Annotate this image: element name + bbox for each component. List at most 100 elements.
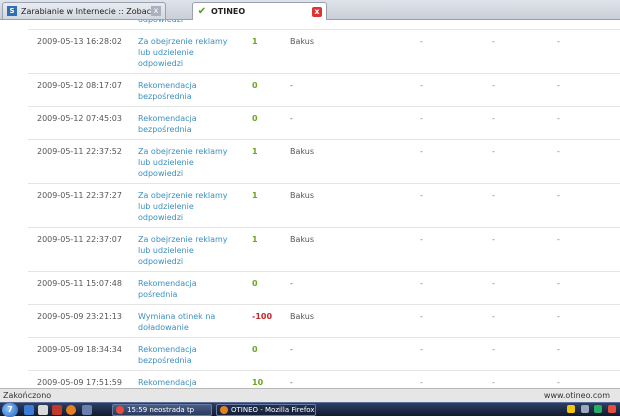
history-row: 2009-05-09 17:51:59Rekomendacja bezpośre… bbox=[28, 370, 620, 388]
history-row: 2009-05-11 22:37:27 Za obejrzenie reklamy… bbox=[28, 183, 620, 228]
history-col5: - bbox=[420, 337, 490, 371]
tray-icon[interactable] bbox=[608, 405, 616, 413]
history-row: 2009-05-12 07:45:03 Rekomendacja bezpośre… bbox=[28, 106, 620, 140]
otineo-favicon-icon: ✔ bbox=[197, 5, 207, 17]
history-col6: - bbox=[490, 227, 555, 272]
taskbar-button-firefox[interactable]: OTINEO - Mozilla Firefox bbox=[216, 404, 316, 416]
history-user bbox=[280, 20, 420, 30]
history-col7: - bbox=[555, 337, 620, 371]
start-button[interactable]: 7 bbox=[2, 403, 18, 417]
firefox-icon bbox=[220, 406, 228, 414]
history-col5: - bbox=[420, 139, 490, 184]
quicklaunch-explorer-icon[interactable] bbox=[38, 405, 48, 415]
history-col7: - bbox=[555, 271, 620, 305]
history-col5: - bbox=[420, 227, 490, 272]
history-type-link[interactable]: Za obejrzenie reklamy lub udzielenie odp… bbox=[128, 227, 232, 272]
history-date: 2009-05-11 22:37:27 bbox=[28, 183, 128, 228]
history-col7: - bbox=[555, 139, 620, 184]
history-col7 bbox=[555, 20, 620, 30]
tray-icon[interactable] bbox=[580, 405, 589, 413]
history-points: 0 bbox=[232, 106, 280, 140]
history-user: Bakus bbox=[280, 139, 420, 184]
tab-zarabianie[interactable]: S Zarabianie w Internecie :: Zobacz ... … bbox=[2, 2, 166, 19]
history-row: 2009-05-11 22:37:07 Za obejrzenie reklamy… bbox=[28, 227, 620, 272]
neostrada-icon bbox=[116, 406, 124, 414]
history-points: 1 bbox=[232, 139, 280, 184]
status-text: Zakończono bbox=[3, 391, 52, 400]
quicklaunch-opera-icon[interactable] bbox=[52, 405, 62, 415]
status-bar: Zakończono www.otineo.com bbox=[0, 388, 620, 402]
history-col5: - bbox=[420, 106, 490, 140]
history-col6: - bbox=[490, 139, 555, 184]
new-tab-button[interactable] bbox=[170, 4, 188, 18]
tray-icon[interactable] bbox=[594, 405, 603, 413]
history-col6: - bbox=[490, 304, 555, 338]
history-col6: - bbox=[490, 337, 555, 371]
blog-favicon-icon: S bbox=[7, 6, 17, 16]
history-col5: - bbox=[420, 370, 490, 388]
history-user: - bbox=[280, 106, 420, 140]
close-tab-icon[interactable]: x bbox=[151, 6, 161, 16]
history-row: 2009-05-13 16:28:02 Za obejrzenie reklamy… bbox=[28, 29, 620, 74]
history-col5: - bbox=[420, 304, 490, 338]
history-row: 2009-05-11 22:37:52 Za obejrzenie reklamy… bbox=[28, 139, 620, 184]
taskbar-button-neostrada[interactable]: 15:59 neostrada tp bbox=[112, 404, 212, 416]
history-user: Bakus bbox=[280, 29, 420, 74]
history-date: 2009-05-09 18:34:34 bbox=[28, 337, 128, 371]
history-col7: - bbox=[555, 106, 620, 140]
history-date bbox=[28, 20, 128, 30]
history-type-link[interactable]: Rekomendacja pośrednia bbox=[128, 271, 232, 305]
history-points bbox=[232, 20, 280, 30]
tab-label: Zarabianie w Internecie :: Zobacz ... bbox=[21, 6, 151, 16]
history-type-link[interactable]: Za obejrzenie reklamy lub udzielenie odp… bbox=[128, 139, 232, 184]
history-row: 2009-05-09 18:34:34 Rekomendacja bezpośre… bbox=[28, 337, 620, 371]
history-col7: - bbox=[555, 304, 620, 338]
history-date: 2009-05-11 22:37:07 bbox=[28, 227, 128, 272]
tray-icon[interactable] bbox=[567, 405, 576, 413]
tab-otineo[interactable]: ✔ OTINEO x bbox=[192, 2, 327, 20]
history-points: 0 bbox=[232, 271, 280, 305]
history-type-link[interactable]: Rekomendacja bezpośrednia bbox=[128, 73, 232, 107]
history-col5: - bbox=[420, 271, 490, 305]
quicklaunch-firefox-icon[interactable] bbox=[66, 405, 76, 415]
history-col6 bbox=[490, 20, 555, 30]
history-date: 2009-05-09 17:51:59 bbox=[28, 370, 128, 388]
quicklaunch-desktop-icon[interactable] bbox=[24, 405, 34, 415]
history-col6: - bbox=[490, 183, 555, 228]
history-col6: - bbox=[490, 106, 555, 140]
page-content: odpowiedzi2009-05-13 16:28:02Za obejrzen… bbox=[0, 20, 620, 388]
history-points: 0 bbox=[232, 337, 280, 371]
history-row: odpowiedzi bbox=[28, 20, 620, 30]
history-col5: - bbox=[420, 73, 490, 107]
history-type-link[interactable]: Za obejrzenie reklamy lub udzielenie odp… bbox=[128, 29, 232, 74]
quicklaunch-chevron-icon[interactable] bbox=[82, 405, 92, 415]
history-col6: - bbox=[490, 271, 555, 305]
history-points: 1 bbox=[232, 29, 280, 74]
history-user: - bbox=[280, 337, 420, 371]
history-type-link[interactable]: Rekomendacja bezpośrednia bbox=[128, 370, 232, 388]
history-type-link[interactable]: odpowiedzi bbox=[128, 20, 232, 30]
close-tab-icon[interactable]: x bbox=[312, 6, 322, 17]
history-col5 bbox=[420, 20, 490, 30]
taskbar-button-label: 15:59 neostrada tp bbox=[127, 406, 195, 414]
history-type-link[interactable]: Rekomendacja bezpośrednia bbox=[128, 106, 232, 140]
history-user: - bbox=[280, 73, 420, 107]
history-type-link[interactable]: Wymiana otinek na doładowanie bbox=[128, 304, 232, 338]
history-user: Bakus bbox=[280, 227, 420, 272]
windows-taskbar: 7 15:59 neostrada tp OTINEO - Mozilla Fi… bbox=[0, 402, 620, 417]
history-points: -100 bbox=[232, 304, 280, 338]
history-col5: - bbox=[420, 183, 490, 228]
history-type-link[interactable]: Rekomendacja bezpośrednia bbox=[128, 337, 232, 371]
status-url: www.otineo.com bbox=[543, 391, 610, 400]
history-date: 2009-05-12 08:17:07 bbox=[28, 73, 128, 107]
history-col6: - bbox=[490, 73, 555, 107]
history-row: 2009-05-11 15:07:48 Rekomendacja pośredni… bbox=[28, 271, 620, 305]
history-date: 2009-05-09 23:21:13 bbox=[28, 304, 128, 338]
history-col7: - bbox=[555, 73, 620, 107]
history-user: Bakus bbox=[280, 304, 420, 338]
history-row: 2009-05-09 23:21:13 Wymiana otinek na doł… bbox=[28, 304, 620, 338]
history-type-link[interactable]: Za obejrzenie reklamy lub udzielenie odp… bbox=[128, 183, 232, 228]
history-points: 1 bbox=[232, 183, 280, 228]
history-date: 2009-05-13 16:28:02 bbox=[28, 29, 128, 74]
taskbar-button-label: OTINEO - Mozilla Firefox bbox=[231, 406, 315, 414]
